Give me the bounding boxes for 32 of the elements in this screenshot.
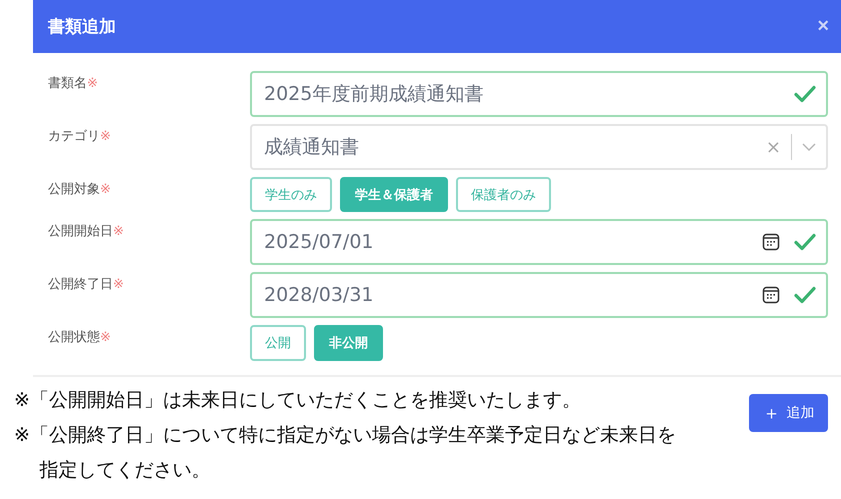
close-button[interactable]: × (813, 15, 833, 38)
required-mark: ※ (100, 129, 111, 144)
check-icon (794, 85, 816, 103)
clear-button[interactable]: × (766, 136, 781, 158)
option-button[interactable]: 保護者のみ (456, 177, 551, 212)
required-mark: ※ (100, 330, 111, 345)
option-button[interactable]: 学生のみ (250, 177, 332, 212)
required-mark: ※ (100, 182, 111, 197)
calendar-icon[interactable] (762, 286, 780, 304)
calendar-icon[interactable] (762, 233, 780, 251)
field-label: 公開開始日 (48, 224, 113, 239)
dialog-title: 書類追加 (48, 16, 116, 38)
option-button[interactable]: 非公開 (314, 325, 383, 361)
option-button[interactable]: 学生＆保護者 (340, 177, 448, 212)
required-mark: ※ (113, 224, 124, 239)
option-button[interactable]: 公開 (250, 325, 306, 361)
input-field[interactable]: 2025年度前期成績通知書 (250, 71, 828, 117)
select-field[interactable]: 成績通知書 × (250, 124, 828, 170)
field-label: 書類名 (48, 76, 87, 91)
check-icon (794, 233, 816, 251)
required-mark: ※ (87, 76, 98, 91)
check-icon (794, 286, 816, 304)
input-field[interactable]: 2028/03/31 (250, 272, 828, 318)
add-button[interactable]: ＋ 追加 (749, 394, 828, 432)
field-label: 公開対象 (48, 182, 100, 197)
field-label: カテゴリ (48, 129, 100, 144)
field-label: 公開状態 (48, 330, 100, 345)
note-text: ※「公開終了日」について特に指定がない場合は学生卒業予定日など未来日を指定してください。 (14, 423, 677, 483)
input-field[interactable]: 2025/07/01 (250, 219, 828, 265)
field-label: 公開終了日 (48, 277, 113, 292)
required-mark: ※ (113, 277, 124, 292)
note-text: ※「公開開始日」は未来日にしていただくことを推奨いたします。 (14, 388, 582, 413)
